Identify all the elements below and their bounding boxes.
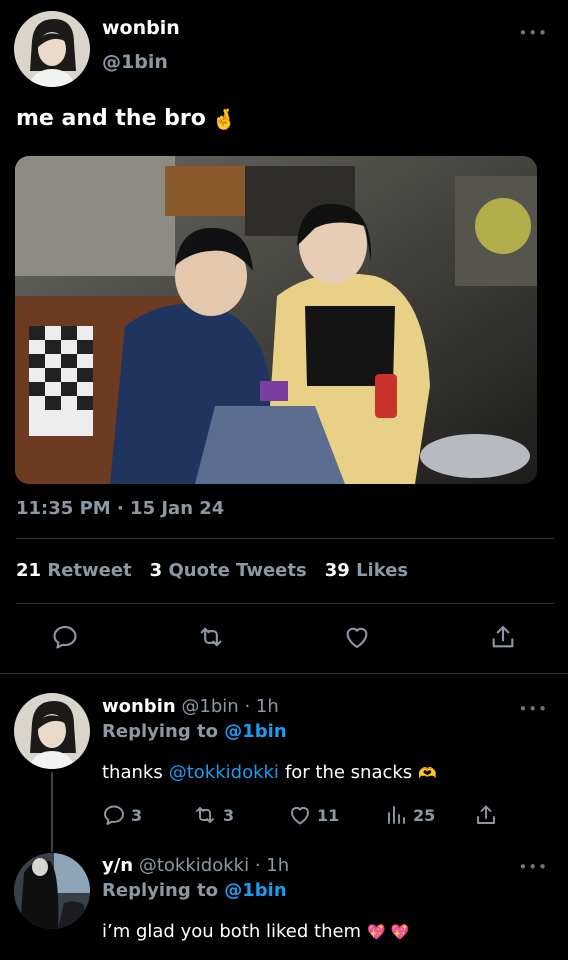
- tweet-action-bar: [0, 620, 568, 658]
- share-icon: [492, 626, 514, 648]
- avatar-wonbin[interactable]: [14, 693, 90, 769]
- heart-icon: [291, 807, 309, 825]
- share-button[interactable]: [486, 620, 520, 654]
- reply-like-button[interactable]: 11: [288, 803, 339, 827]
- reply-action-bar: 3 3 11 25: [102, 803, 502, 831]
- reply-time[interactable]: 1h: [266, 855, 289, 876]
- likes-stat[interactable]: 39 Likes: [325, 560, 408, 581]
- replying-to-mention[interactable]: @1bin: [224, 880, 286, 901]
- reply-reply-button[interactable]: 3: [102, 803, 142, 827]
- tweet-photo[interactable]: [15, 156, 537, 484]
- views-chart-icon: [388, 806, 405, 824]
- reply-text: i’m glad you both liked them 💖 💖: [102, 921, 409, 942]
- reply-author-name[interactable]: wonbin: [102, 696, 176, 717]
- replying-to: Replying to @1bin: [102, 880, 287, 901]
- like-button[interactable]: [340, 620, 374, 654]
- retweet-count: 3: [223, 805, 235, 825]
- more-options-icon[interactable]: •••: [518, 700, 548, 718]
- reply-count: 3: [131, 805, 143, 825]
- like-count: 11: [317, 805, 340, 825]
- retweet-icon: [200, 627, 222, 647]
- crossed-fingers-emoji: 🤞: [211, 106, 237, 131]
- divider: [16, 538, 554, 539]
- replying-to-label: Replying to: [102, 880, 218, 901]
- views-count: 25: [413, 805, 436, 825]
- reply-header: y/n @tokkidokki · 1h: [102, 855, 289, 876]
- comment-icon: [104, 805, 124, 825]
- tweet-text: me and the bro 🤞: [16, 106, 237, 131]
- retweets-stat[interactable]: 21 Retweet: [16, 560, 132, 581]
- replying-to-label: Replying to: [102, 721, 218, 742]
- reply-header: wonbin @1bin · 1h: [102, 696, 279, 717]
- quotes-stat[interactable]: 3 Quote Tweets: [150, 560, 307, 581]
- share-icon: [477, 805, 495, 824]
- author-handle[interactable]: @1bin: [102, 51, 168, 73]
- quotes-count: 3: [149, 560, 163, 581]
- tweet-stats: 21 Retweet 3 Quote Tweets 39 Likes: [16, 560, 408, 581]
- heart-icon: [346, 627, 368, 648]
- retweet-icon: [196, 807, 214, 823]
- likes-label: Likes: [356, 560, 409, 581]
- thread-connector-line: [51, 772, 53, 852]
- reply-author-handle[interactable]: @1bin: [181, 696, 238, 717]
- avatar-wonbin[interactable]: [14, 11, 90, 87]
- replying-to: Replying to @1bin: [102, 721, 287, 742]
- separator: ·: [244, 696, 251, 717]
- reply-author-name[interactable]: y/n: [102, 855, 133, 876]
- likes-count: 39: [324, 560, 350, 581]
- reply-time[interactable]: 1h: [256, 696, 279, 717]
- quotes-label: Quote Tweets: [168, 560, 307, 581]
- more-options-icon[interactable]: •••: [518, 858, 548, 876]
- avatar-yn[interactable]: [14, 853, 90, 929]
- retweets-count: 21: [16, 560, 42, 581]
- comment-icon: [53, 626, 77, 649]
- reply-share-button[interactable]: [474, 803, 498, 827]
- reply-text-pre: thanks: [102, 762, 163, 783]
- author-name[interactable]: wonbin: [102, 17, 180, 39]
- retweet-button[interactable]: [194, 620, 228, 654]
- reply-views-button[interactable]: 25: [384, 803, 435, 827]
- sparkling-heart-emojis: 💖 💖: [367, 922, 410, 941]
- reply-text-post: for the snacks: [284, 762, 413, 783]
- more-options-icon[interactable]: •••: [518, 24, 548, 42]
- reply-text-mention[interactable]: @tokkidokki: [169, 762, 279, 783]
- replying-to-mention[interactable]: @1bin: [224, 721, 286, 742]
- reply-button[interactable]: [48, 620, 82, 654]
- divider: [0, 673, 568, 674]
- reply-retweet-button[interactable]: 3: [192, 803, 234, 827]
- heart-hands-emoji: 🫶: [418, 763, 437, 782]
- separator: ·: [254, 855, 261, 876]
- divider: [16, 603, 554, 604]
- reply-author-handle[interactable]: @tokkidokki: [139, 855, 249, 876]
- reply-text-content: i’m glad you both liked them: [102, 921, 362, 942]
- retweets-label: Retweet: [47, 560, 132, 581]
- reply-text: thanks @tokkidokki for the snacks 🫶: [102, 762, 437, 783]
- tweet-text-content: me and the bro: [16, 106, 206, 131]
- tweet-timestamp[interactable]: 11:35 PM · 15 Jan 24: [16, 498, 224, 519]
